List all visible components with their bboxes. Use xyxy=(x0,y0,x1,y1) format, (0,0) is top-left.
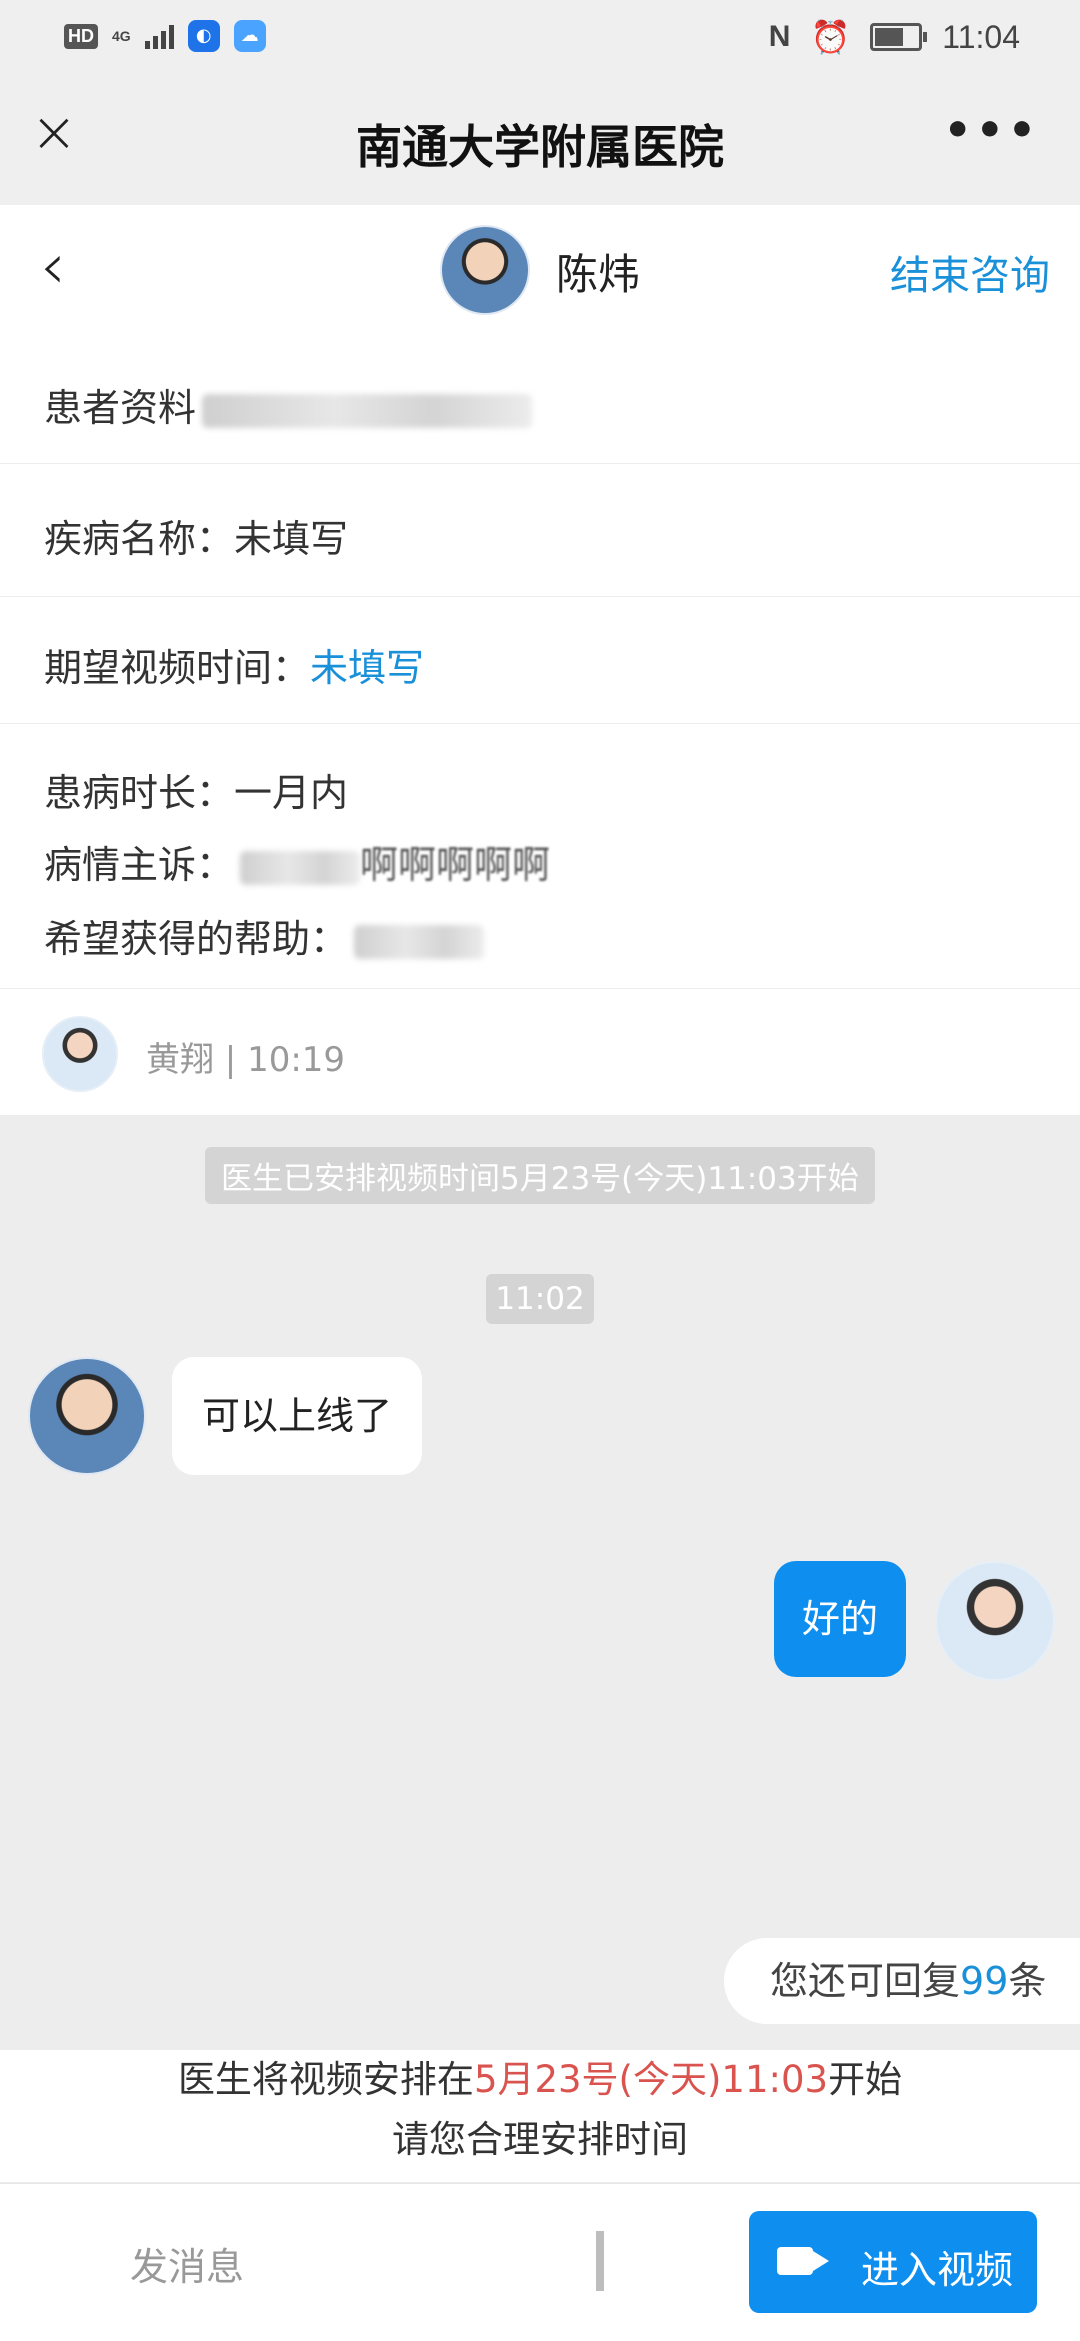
consult-header: ‹ 陈炜 结束咨询 xyxy=(0,205,1080,334)
user-message-bubble: 好的 xyxy=(774,1561,906,1677)
battery-icon xyxy=(870,23,928,51)
schedule-notice: 医生将视频安排在5月23号(今天)11:03开始 请您合理安排时间 xyxy=(0,2050,1080,2182)
status-left: HD 4G ◐ ☁ xyxy=(64,20,266,52)
patient-profile-text: 患者资料 xyxy=(44,386,197,430)
status-bar: HD 4G ◐ ☁ N ⏰ 11:04 xyxy=(0,0,1080,75)
patient-author-line: 黄翔 | 10:19 xyxy=(0,988,1080,1114)
text-cursor xyxy=(596,2231,604,2291)
doctor-message-bubble: 可以上线了 xyxy=(172,1357,423,1475)
expected-time-label-text: 期望视频时间： xyxy=(44,646,311,690)
user-chat-avatar xyxy=(935,1561,1055,1681)
disease-label: 疾病名称：未填写 xyxy=(44,508,348,563)
expected-time-row: 期望视频时间：未填写 xyxy=(0,597,1080,724)
author-meta: 黄翔 | 10:19 xyxy=(146,1040,346,1080)
expected-time-value[interactable]: 未填写 xyxy=(310,646,424,690)
status-right: N ⏰ 11:04 xyxy=(769,18,1020,56)
cloud-icon: ☁ xyxy=(233,20,266,52)
signal-icon xyxy=(144,23,174,49)
patient-info: 患者资料 疾病名称：未填写 期望视频时间：未填写 患病时长：一月内 病情主诉：啊… xyxy=(0,333,1080,1115)
app-notification-icon: ◐ xyxy=(187,20,220,52)
status-time: 11:04 xyxy=(942,18,1020,55)
schedule-line-1: 医生将视频安排在5月23号(今天)11:03开始 xyxy=(0,2050,1080,2110)
help-label: 希望获得的帮助： xyxy=(44,917,349,961)
schedule-prefix: 医生将视频安排在 xyxy=(177,2058,474,2101)
duration-label: 患病时长： xyxy=(44,771,235,815)
redacted-complaint xyxy=(240,850,361,885)
message-timestamp: 11:02 xyxy=(486,1274,594,1324)
end-consult-button[interactable]: 结束咨询 xyxy=(890,243,1050,301)
remaining-replies: 您还可回复99条 xyxy=(724,1938,1080,2024)
disease-label-text: 疾病名称： xyxy=(44,517,235,561)
expected-time-label: 期望视频时间：未填写 xyxy=(44,637,424,692)
title-bar: 南通大学附属医院 × ••• xyxy=(0,75,1080,205)
remaining-count: 99 xyxy=(960,1959,1009,2003)
hd-badge: HD xyxy=(64,23,98,49)
remaining-suffix: 条 xyxy=(1008,1959,1047,2003)
complaint-line: 病情主诉： 啊啊啊啊啊 xyxy=(44,834,550,889)
back-icon[interactable]: ‹ xyxy=(40,235,66,299)
system-notice: 医生已安排视频时间5月23号(今天)11:03开始 xyxy=(205,1147,875,1204)
message-input[interactable]: 发消息 xyxy=(130,2236,244,2291)
complaint-value: 啊啊啊啊啊 xyxy=(360,843,551,887)
close-icon[interactable]: × xyxy=(28,105,80,161)
network-type: 4G xyxy=(112,28,131,44)
schedule-time: 5月23号(今天)11:03 xyxy=(473,2058,829,2101)
page-title: 南通大学附属医院 xyxy=(356,120,724,174)
help-line: 希望获得的帮助： xyxy=(44,908,485,963)
doctor-name: 陈炜 xyxy=(556,250,641,299)
patient-profile-row: 患者资料 xyxy=(0,333,1080,464)
redacted-help xyxy=(354,924,485,959)
redacted-patient-details xyxy=(202,393,533,428)
doctor-avatar xyxy=(440,225,530,315)
alarm-icon: ⏰ xyxy=(810,19,851,55)
disease-row: 疾病名称：未填写 xyxy=(0,464,1080,597)
remaining-prefix: 您还可回复 xyxy=(770,1959,961,2003)
illness-details: 患病时长：一月内 病情主诉： 啊啊啊啊啊 希望获得的帮助： xyxy=(0,724,1080,989)
duration-line: 患病时长：一月内 xyxy=(44,762,348,817)
enter-video-label: 进入视频 xyxy=(861,2248,1014,2292)
schedule-suffix: 开始 xyxy=(828,2058,903,2101)
duration-value: 一月内 xyxy=(234,771,349,815)
user-avatar xyxy=(42,1016,118,1092)
input-bar: 发消息 进入视频 xyxy=(0,2183,1080,2341)
schedule-line-2: 请您合理安排时间 xyxy=(392,2118,688,2161)
enter-video-button[interactable]: 进入视频 xyxy=(749,2211,1037,2313)
complaint-label: 病情主诉： xyxy=(44,843,235,887)
nfc-icon: N xyxy=(768,20,791,53)
more-icon[interactable]: ••• xyxy=(944,105,1040,156)
patient-profile-label: 患者资料 xyxy=(44,377,533,432)
doctor-chat-avatar xyxy=(28,1357,146,1475)
video-camera-icon xyxy=(777,2247,813,2275)
disease-value: 未填写 xyxy=(234,517,349,561)
